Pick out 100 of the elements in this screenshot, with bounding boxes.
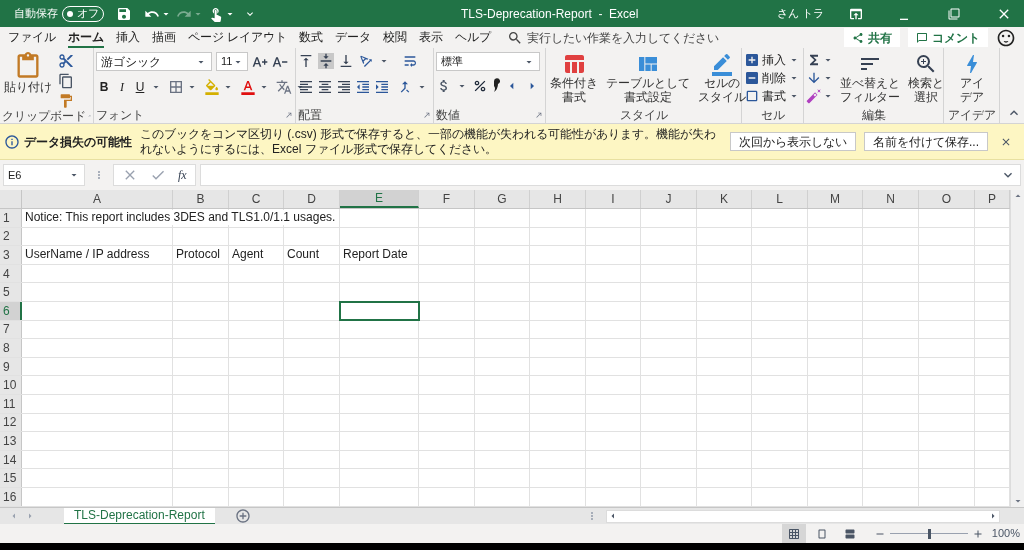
- group-label: クリップボード: [2, 109, 86, 123]
- bold-button[interactable]: B: [96, 78, 112, 96]
- smiley-icon[interactable]: [996, 27, 1016, 48]
- row-header[interactable]: 1: [0, 209, 22, 227]
- decrease-indent-icon[interactable]: [355, 79, 371, 95]
- cell-command-button[interactable]: 挿入: [744, 52, 800, 68]
- column-header[interactable]: L: [752, 190, 808, 208]
- save-icon[interactable]: [116, 5, 132, 22]
- borders-icon[interactable]: [168, 79, 184, 95]
- cell-text: Report Date: [340, 247, 409, 263]
- row-header[interactable]: 8: [0, 339, 22, 357]
- editing-button[interactable]: 検索と 選択: [906, 52, 946, 104]
- vertical-scrollbar[interactable]: [1010, 190, 1024, 507]
- group-label: 配置: [298, 108, 322, 122]
- column-header[interactable]: E: [340, 190, 419, 208]
- ribbon-tab[interactable]: ホーム: [68, 27, 104, 48]
- view-button[interactable]: [781, 524, 806, 543]
- cut-icon[interactable]: [58, 53, 74, 69]
- name-box[interactable]: E6: [3, 164, 85, 186]
- wrap-text-icon[interactable]: [402, 53, 418, 69]
- info-bar-button[interactable]: 次回から表示しない: [730, 132, 856, 151]
- share-button[interactable]: 共有: [844, 28, 900, 47]
- group-label: 数値: [436, 108, 460, 122]
- zoom-level[interactable]: 100%: [991, 525, 1020, 542]
- number-format-field[interactable]: 標準: [436, 52, 540, 71]
- ideas-button[interactable]: アイ デア: [957, 52, 986, 104]
- row-header[interactable]: 15: [0, 469, 22, 487]
- top-align-icon[interactable]: [298, 53, 314, 69]
- format-painter-icon[interactable]: [58, 93, 74, 109]
- fill-icon[interactable]: [806, 70, 822, 86]
- ribbon-tab[interactable]: データ: [335, 27, 372, 48]
- paste-button[interactable]: 貼り付け: [2, 52, 54, 94]
- info-message: このブックをコンマ区切り (.csv) 形式で保存すると、一部の機能が失われる可能性があります。機能が失われないようにするには、Excel ファイル形式で保存してください。: [140, 126, 717, 157]
- italic-button[interactable]: I: [114, 78, 130, 96]
- column-header[interactable]: C: [229, 190, 284, 208]
- comment-button[interactable]: コメント: [908, 28, 988, 47]
- ribbon-tab[interactable]: ヘルプ: [455, 27, 492, 48]
- eraser-icon[interactable]: [806, 88, 822, 104]
- middle-align-icon[interactable]: [318, 53, 334, 69]
- zoom-slider[interactable]: [889, 528, 968, 539]
- group-label: スタイル: [619, 108, 668, 122]
- info-icon: [4, 133, 20, 150]
- font-color-icon[interactable]: [240, 79, 256, 95]
- autosave-label: 自動保存: [14, 6, 58, 22]
- increase-indent-icon[interactable]: [374, 79, 390, 95]
- ribbon-tab[interactable]: 表示: [419, 27, 444, 48]
- font-name-field[interactable]: 游ゴシック: [96, 52, 212, 71]
- zoom-slider-thumb[interactable]: [927, 528, 931, 539]
- row-header[interactable]: 3: [0, 246, 22, 264]
- bottom-align-icon[interactable]: [338, 53, 354, 69]
- horizontal-scrollbar[interactable]: [606, 509, 1000, 523]
- dialog-launcher-icon[interactable]: [535, 111, 543, 119]
- column-header[interactable]: N: [863, 190, 919, 208]
- style-button[interactable]: 条件付き 書式: [548, 52, 600, 104]
- phonetic-icon[interactable]: [276, 79, 292, 95]
- ribbon-tab[interactable]: 数式: [299, 27, 324, 48]
- column-header[interactable]: M: [808, 190, 863, 208]
- ribbon-tab[interactable]: 描画: [152, 27, 176, 48]
- insert-function-button[interactable]: fx: [178, 166, 187, 184]
- column-header[interactable]: J: [641, 190, 697, 208]
- group-label: 編集: [861, 108, 886, 122]
- dialog-launcher-icon[interactable]: [423, 111, 431, 119]
- editing-button[interactable]: 並べ替えと フィルター: [838, 52, 902, 104]
- ribbon-tab[interactable]: 校閲: [383, 27, 408, 48]
- orientation-icon[interactable]: [358, 53, 374, 69]
- ribbon-tab[interactable]: ページ レイアウト: [188, 27, 288, 48]
- ribbon-tab[interactable]: ファイル: [8, 27, 56, 48]
- percent-icon[interactable]: [472, 78, 488, 94]
- column-header[interactable]: F: [419, 190, 475, 208]
- column-header[interactable]: I: [586, 190, 641, 208]
- cell-command-button[interactable]: 削除: [744, 70, 800, 86]
- align-center-icon[interactable]: [317, 79, 333, 95]
- align-right-icon[interactable]: [336, 79, 352, 95]
- copy-icon[interactable]: [58, 73, 74, 89]
- fill-color-icon[interactable]: [204, 79, 220, 95]
- font-size-field[interactable]: 11: [216, 52, 248, 71]
- column-header[interactable]: O: [919, 190, 975, 208]
- column-header[interactable]: G: [475, 190, 530, 208]
- column-header[interactable]: A: [22, 190, 173, 208]
- column-header[interactable]: B: [173, 190, 229, 208]
- row-header[interactable]: 10: [0, 376, 22, 394]
- ribbon-tab[interactable]: 挿入: [116, 27, 140, 48]
- style-button[interactable]: テーブルとして 書式設定: [604, 52, 692, 104]
- comma-icon[interactable]: [492, 78, 500, 94]
- row-header[interactable]: 5: [0, 283, 22, 301]
- restore-icon[interactable]: [948, 7, 960, 20]
- row-header[interactable]: 13: [0, 432, 22, 450]
- align-left-icon[interactable]: [298, 79, 314, 95]
- underline-button[interactable]: U: [132, 78, 148, 96]
- add-sheet-icon[interactable]: [234, 508, 251, 524]
- active-cell[interactable]: [340, 301, 419, 320]
- formula-input[interactable]: [199, 164, 1021, 186]
- info-bar-button[interactable]: 名前を付けて保存...: [864, 132, 988, 151]
- column-header[interactable]: K: [697, 190, 752, 208]
- info-title: データ損失の可能性: [24, 133, 132, 151]
- column-header[interactable]: H: [530, 190, 586, 208]
- dialog-launcher-icon[interactable]: [285, 111, 293, 119]
- touch-mode-icon[interactable]: [208, 5, 224, 22]
- sheet-tab[interactable]: TLS-Deprecation-Report: [64, 507, 215, 525]
- group-label: フォント: [96, 108, 144, 122]
